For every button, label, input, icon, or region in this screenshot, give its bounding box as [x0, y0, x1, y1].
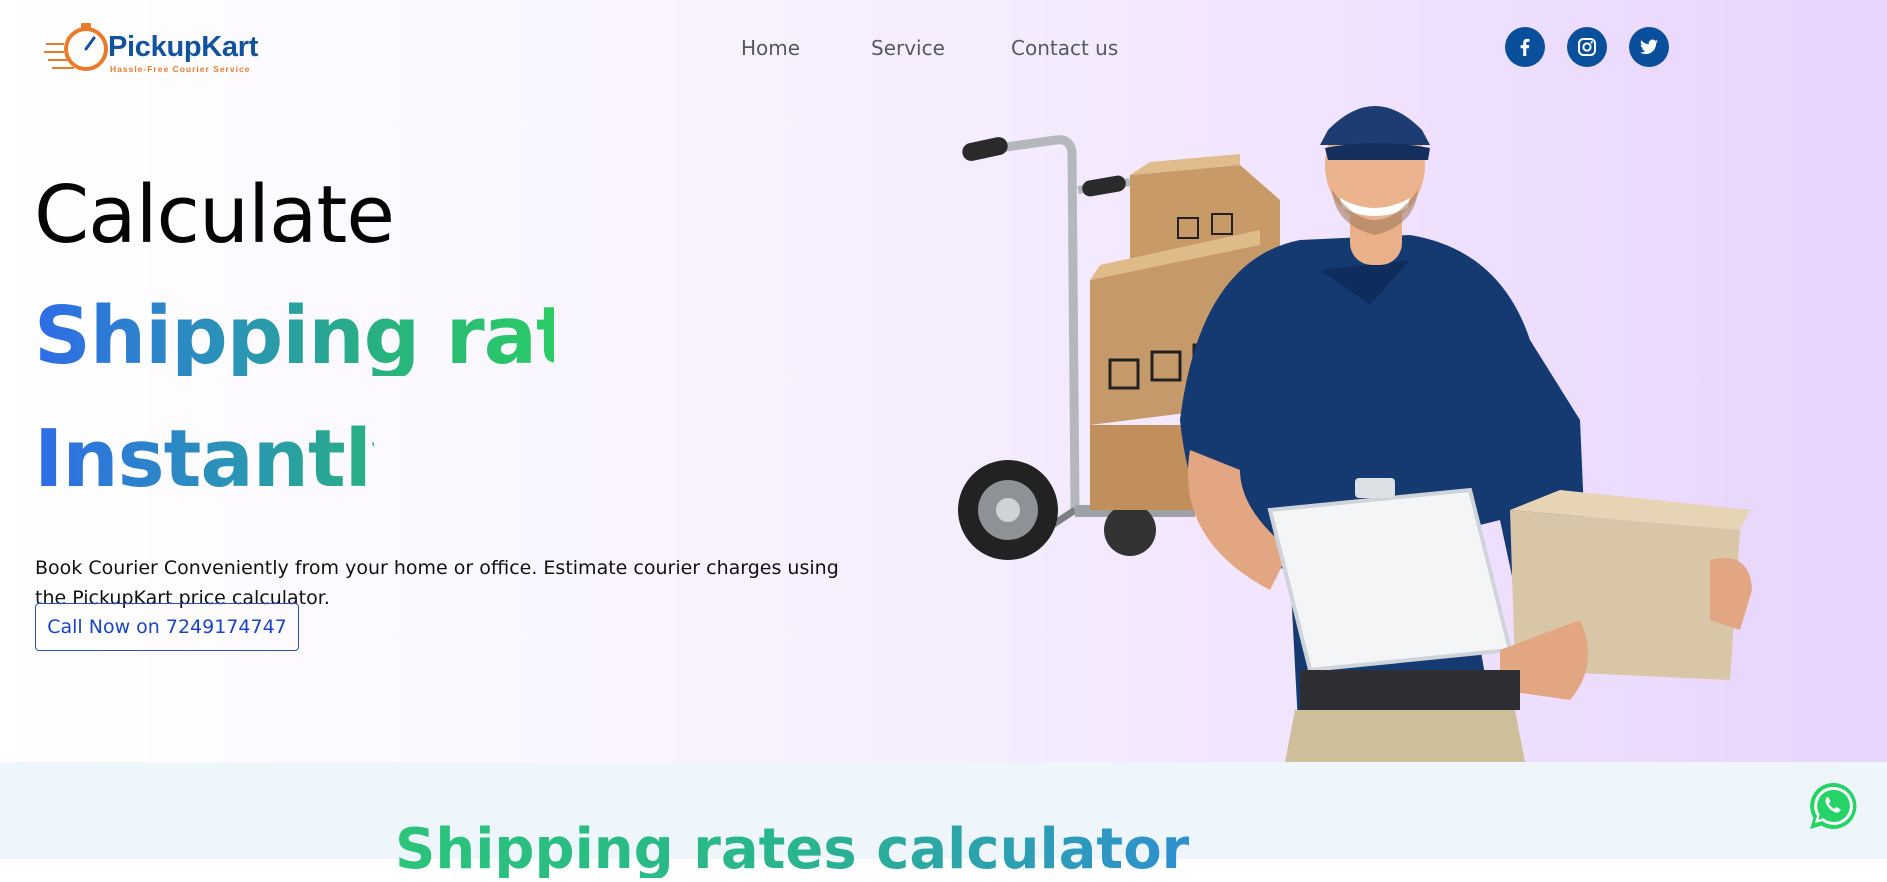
nav-service[interactable]: Service	[871, 36, 945, 60]
facebook-link[interactable]	[1505, 27, 1545, 67]
nav-home[interactable]: Home	[741, 36, 800, 60]
nav-contact[interactable]: Contact us	[1011, 36, 1118, 60]
instagram-icon	[1578, 38, 1596, 56]
stopwatch-icon	[44, 23, 108, 71]
twitter-link[interactable]	[1629, 27, 1669, 67]
brand-tagline: Hassle-Free Courier Service	[110, 64, 251, 74]
logo[interactable]: PickupKart Hassle-Free Courier Service	[44, 14, 274, 76]
brand-name: PickupKart	[108, 31, 259, 63]
hero-section: PickupKart Hassle-Free Courier Service H…	[0, 0, 1887, 762]
whatsapp-button[interactable]	[1807, 780, 1859, 832]
twitter-icon	[1640, 39, 1658, 55]
call-now-button[interactable]: Call Now on 7249174747	[35, 603, 299, 651]
calculator-title: Shipping rates calculator	[395, 817, 1190, 882]
headline-line-3: Instantly	[34, 413, 422, 505]
headline-line-2: Shipping rate	[34, 290, 626, 382]
calculator-section: Shipping rates calculator	[0, 762, 1887, 878]
instagram-link[interactable]	[1567, 27, 1607, 67]
headline-line-1: Calculate	[34, 169, 395, 261]
whatsapp-icon	[1810, 782, 1857, 829]
courier-illustration	[958, 106, 1752, 762]
facebook-icon	[1520, 38, 1530, 56]
